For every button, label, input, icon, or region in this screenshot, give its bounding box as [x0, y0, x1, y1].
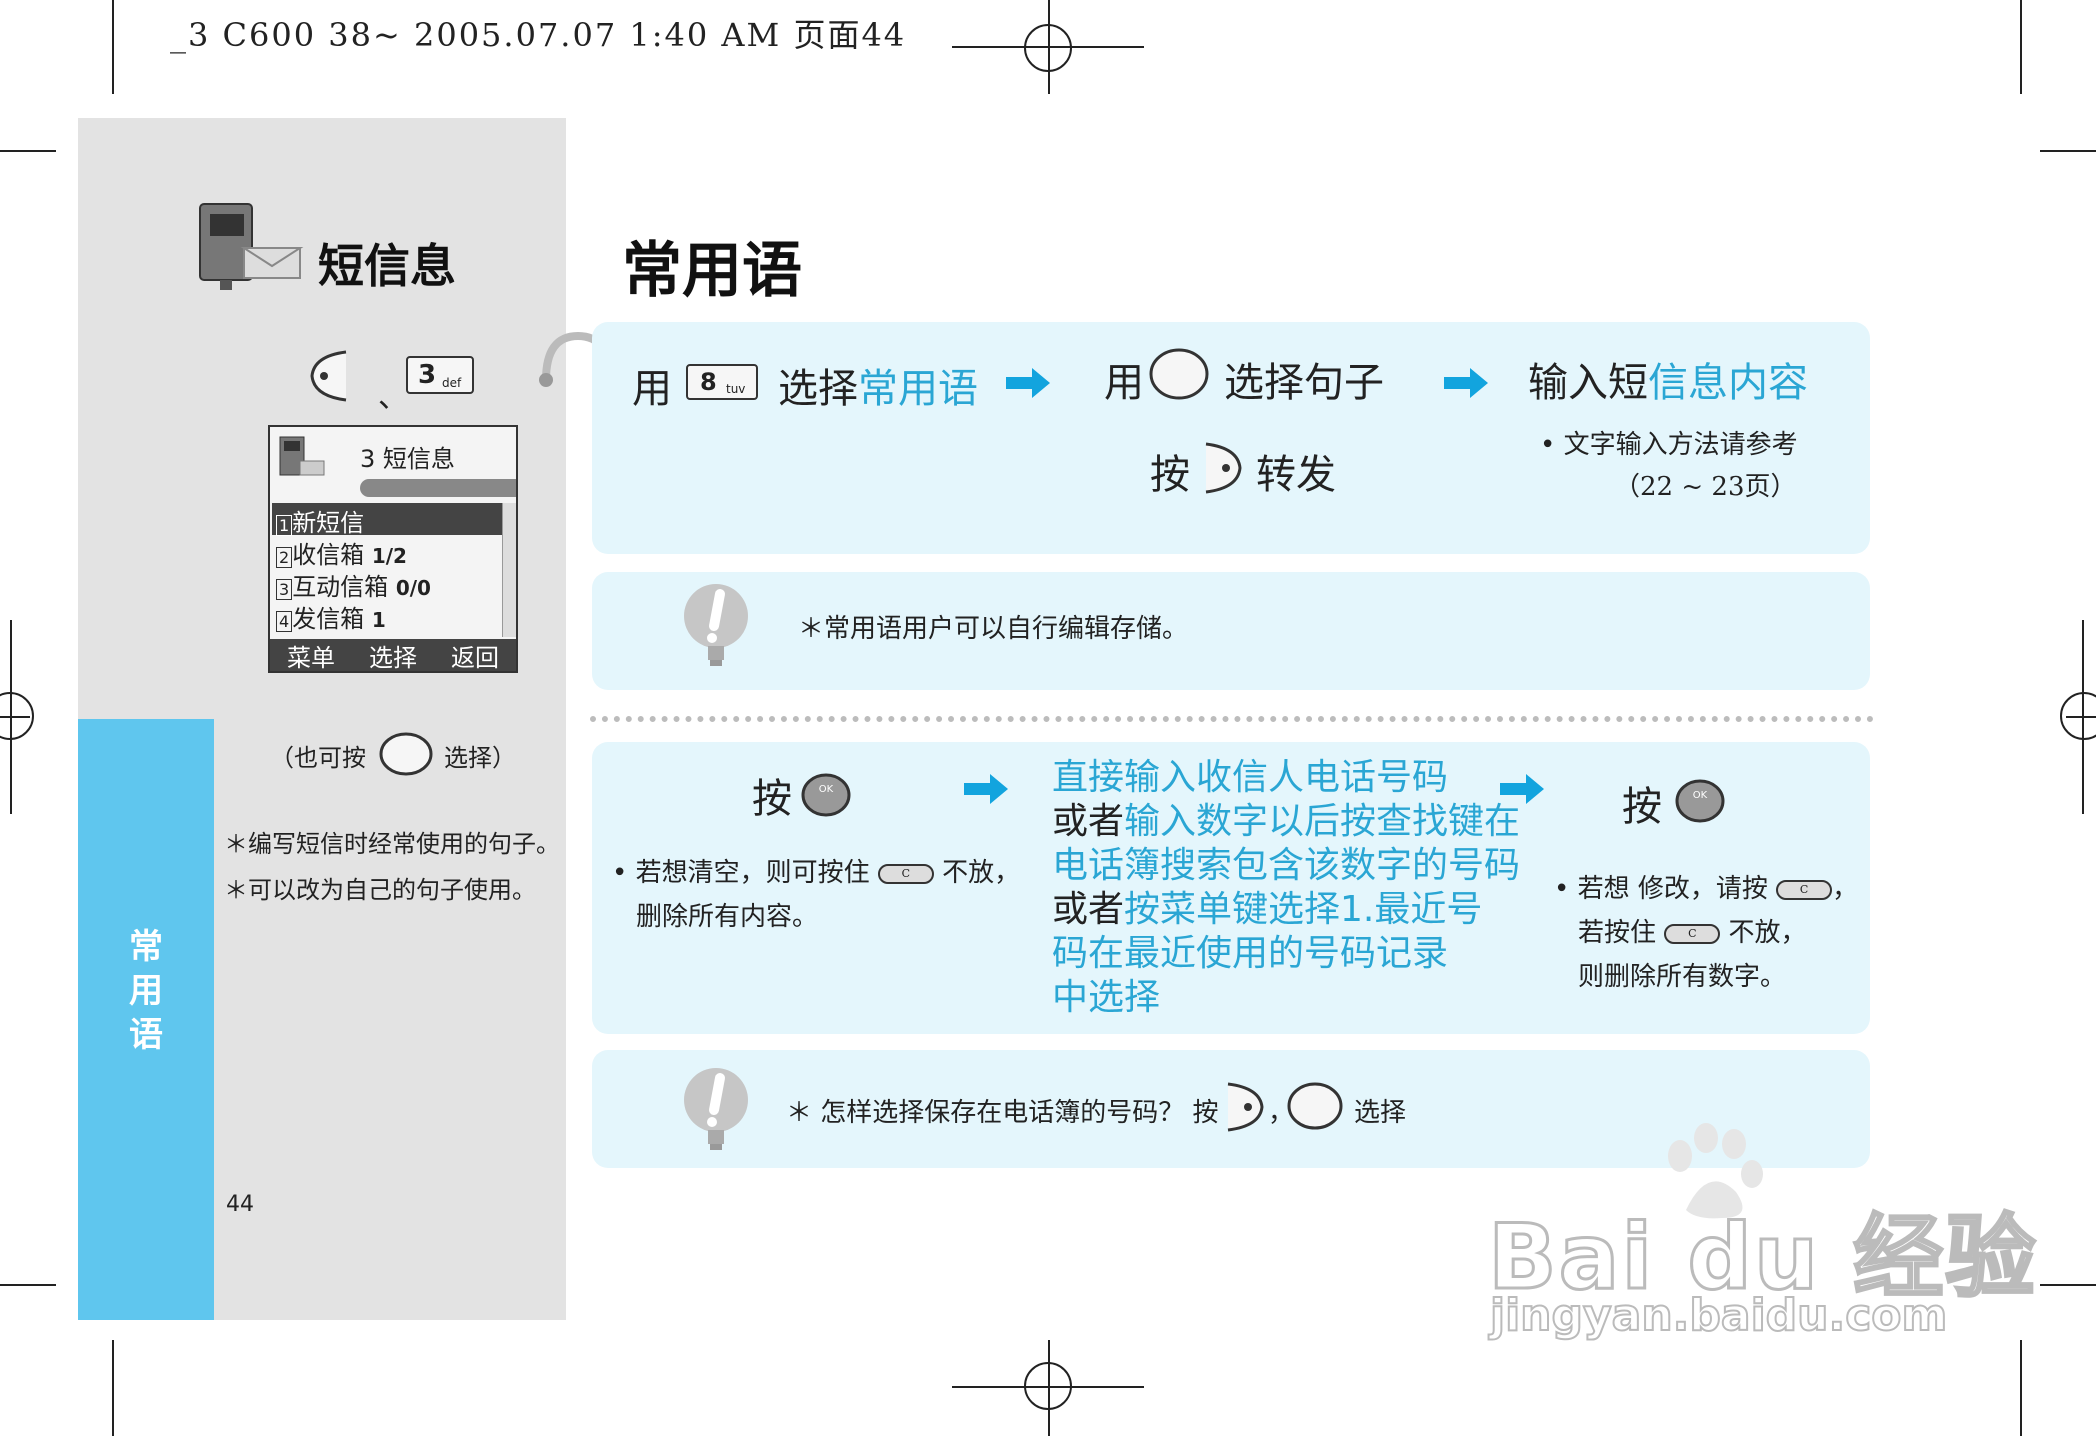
- registration-mark: [0, 692, 34, 740]
- registration-mark: [2060, 692, 2096, 740]
- phone-screen: 3 短信息 1 新短信 2 收信箱 1/2 3 互动信箱 0/0 4 发信箱 1 菜单 …: [268, 425, 518, 673]
- c-key-icon: C: [1664, 924, 1721, 944]
- exclamation-bulb-icon: [684, 584, 748, 666]
- registration-mark: [1024, 24, 1072, 72]
- tip-panel-1: [592, 572, 1870, 690]
- screen-title: 3 短信息: [360, 445, 455, 473]
- step1-input-content: 输入短信息内容: [1528, 360, 1808, 406]
- crop-mark: [2020, 0, 2022, 94]
- step2-description: 直接输入收信人电话号码 或者输入数字以后按查找键在 电话簿搜索包含该数字的号码 …: [1052, 756, 1520, 1020]
- key-3-main: 3: [418, 360, 437, 390]
- message-mailbox-icon: [199, 203, 304, 290]
- softkey-select: 选择: [369, 643, 417, 672]
- right-nav-key-icon: [1227, 1082, 1264, 1132]
- screen-menu-item: 3 互动信箱 0/0: [276, 567, 502, 601]
- step2-press-2: 按: [1622, 784, 1662, 830]
- center-nav-key-icon: [379, 732, 433, 776]
- ok-key-icon: OK: [1675, 779, 1725, 823]
- sidebar-note: ＊可以改为自己的句子使用。: [224, 876, 536, 904]
- step2-desc-line: 码在最近使用的号码记录: [1052, 933, 1449, 974]
- arrow-right-icon: [1500, 774, 1544, 804]
- step1-reference-pages: （22 ~ 23页）: [1614, 472, 1797, 502]
- step2-desc-line: 电话簿搜索包含该数字的号码: [1052, 845, 1521, 886]
- crop-mark: [2040, 1284, 2096, 1286]
- print-header: _3 C600 38~ 2005.07.07 1:40 AM 页面44: [170, 16, 907, 54]
- registration-mark: [1024, 1362, 1072, 1410]
- screen-tab-indicator: [360, 479, 516, 497]
- screen-menu-list: 1 新短信 2 收信箱 1/2 3 互动信箱 0/0 4 发信箱 1: [276, 503, 502, 633]
- svg-text:OK: OK: [819, 784, 834, 795]
- center-nav-key-icon: [1287, 1082, 1343, 1130]
- crop-mark: [2020, 1340, 2022, 1436]
- key-3-sub: def: [442, 376, 462, 390]
- key-8-main: 8: [700, 368, 717, 396]
- page-number: 44: [226, 1192, 254, 1217]
- step2-press: 按: [752, 776, 792, 822]
- step1-forward: 转发: [1256, 452, 1336, 498]
- softkey-back: 返回: [451, 643, 499, 672]
- step1-reference: • 文字输入方法请参考: [1540, 430, 1798, 460]
- step2-modify-hint-2: 若按住 C 不放，: [1578, 918, 1807, 948]
- c-key-icon: C: [1776, 880, 1833, 900]
- crop-mark: [112, 0, 114, 94]
- crop-mark: [0, 150, 56, 152]
- key-separator: 、: [378, 380, 408, 415]
- also-press-prefix: （也可按: [270, 744, 366, 772]
- step2-desc-line: 直接输入收信人电话号码: [1052, 757, 1449, 798]
- screen-menu-item: 1 新短信: [276, 503, 502, 537]
- right-nav-key-icon: [1205, 442, 1242, 494]
- arrow-right-icon: [1006, 368, 1050, 398]
- page-title: 常用语: [622, 236, 802, 306]
- crop-mark: [112, 1340, 114, 1436]
- tip2-select: 选择: [1354, 1098, 1407, 1128]
- step2-desc-line: 或者输入数字以后按查找键在: [1052, 801, 1521, 842]
- crop-mark: [2040, 150, 2096, 152]
- sidebar-tab-label: 常用语: [129, 927, 163, 1055]
- ok-key-icon: OK: [801, 773, 851, 817]
- key-8-sub: tuv: [726, 382, 746, 396]
- step1-use2: 用: [1104, 360, 1144, 406]
- sidebar-note: ＊编写短信时经常使用的句子。: [224, 830, 560, 858]
- key-8-icon: 8 tuv: [686, 364, 758, 400]
- tip1-text: ＊常用语用户可以自行编辑存储。: [798, 614, 1189, 644]
- section-title: 短信息: [318, 239, 456, 293]
- step2-desc-line: 或者按菜单键选择1.最近号: [1052, 889, 1483, 930]
- step2-desc-line: 中选择: [1052, 977, 1161, 1018]
- step2-clear-hint: • 若想清空，则可按住 C 不放，: [612, 858, 1021, 888]
- section-divider: [590, 716, 1874, 722]
- screen-scrollbar: [502, 503, 516, 637]
- left-nav-key-icon: [310, 350, 347, 402]
- step1-press: 按: [1150, 452, 1190, 498]
- arrow-right-icon: [1444, 368, 1488, 398]
- screen-menu-item: 2 收信箱 1/2: [276, 535, 502, 569]
- center-nav-key-icon: [1149, 348, 1209, 400]
- step2-modify-hint-3: 则删除所有数字。: [1578, 962, 1787, 992]
- step1-select: 选择常用语: [778, 366, 978, 412]
- screen-softkeys: 菜单 选择 返回: [270, 639, 516, 672]
- step2-modify-hint: • 若想 修改，请按 C，: [1554, 874, 1859, 904]
- tip2-text: ＊ 怎样选择保存在电话簿的号码？ 按: [786, 1098, 1219, 1128]
- screen-message-icon: [279, 436, 325, 476]
- watermark-url: jingyan.baidu.com: [1489, 1289, 1948, 1342]
- screen-menu-item: 4 发信箱 1: [276, 599, 502, 633]
- step1-use: 用: [632, 366, 672, 412]
- key-3-icon: 3 def: [406, 356, 474, 394]
- exclamation-bulb-icon: [684, 1068, 748, 1150]
- c-key-icon: C: [877, 864, 934, 884]
- svg-text:OK: OK: [1693, 790, 1708, 801]
- crop-mark: [0, 1284, 56, 1286]
- arrow-right-icon: [964, 774, 1008, 804]
- step2-clear-hint-2: 删除所有内容。: [636, 902, 819, 932]
- step1-select-sentence: 选择句子: [1224, 360, 1384, 406]
- also-press-suffix: 选择）: [444, 744, 516, 772]
- softkey-menu: 菜单: [287, 643, 335, 672]
